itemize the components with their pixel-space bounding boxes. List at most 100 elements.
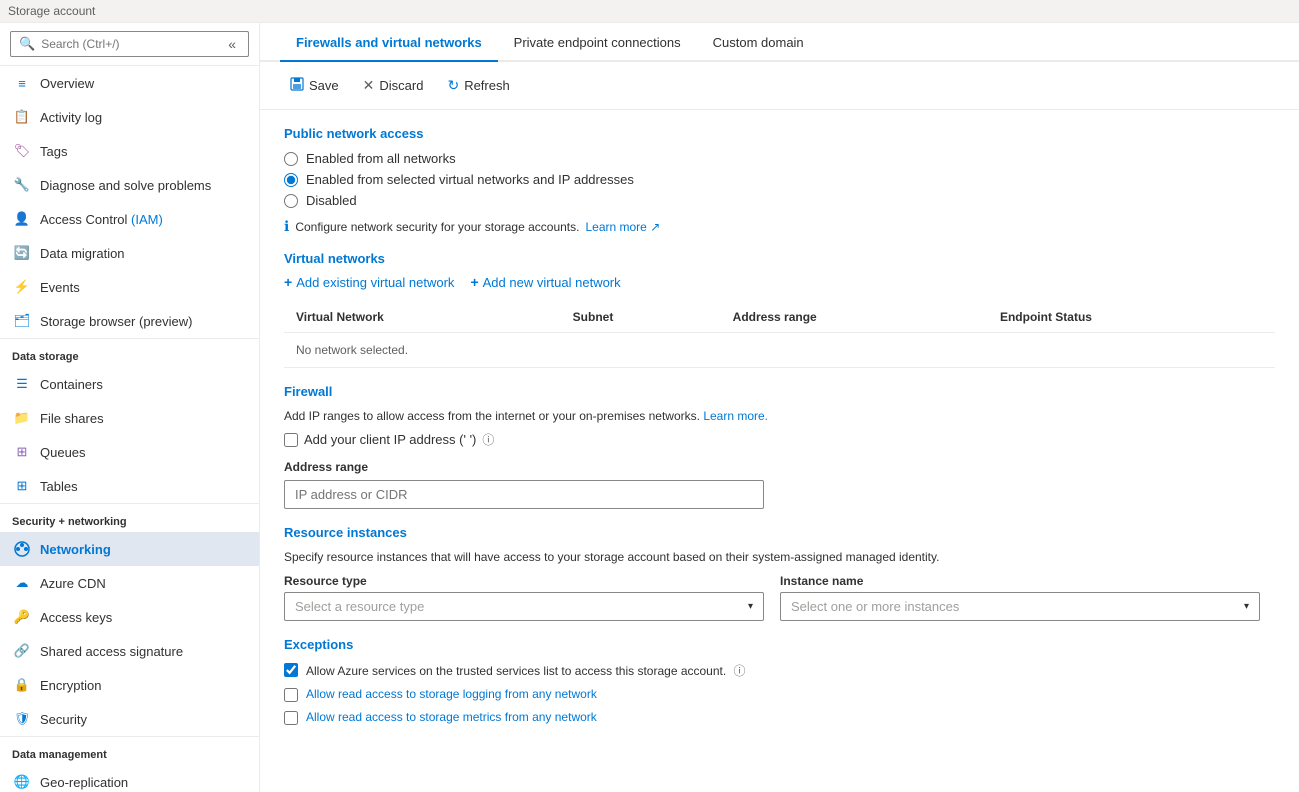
search-icon: 🔍	[19, 36, 35, 52]
sidebar-item-geo[interactable]: 🌐 Geo-replication	[0, 765, 259, 792]
sidebar-item-sas[interactable]: 🔗 Shared access signature	[0, 634, 259, 668]
radio-selected-networks[interactable]: Enabled from selected virtual networks a…	[284, 172, 1275, 187]
sidebar-item-label: Overview	[40, 76, 94, 91]
sidebar-item-security[interactable]: 🛡 Security	[0, 702, 259, 736]
tab-private[interactable]: Private endpoint connections	[498, 23, 697, 62]
sidebar-item-label: Storage browser (preview)	[40, 314, 192, 329]
address-range-input[interactable]	[284, 480, 764, 509]
add-links: + Add existing virtual network + Add new…	[284, 274, 1275, 290]
discard-label: Discard	[379, 78, 423, 93]
containers-icon: ☰	[12, 374, 32, 394]
vn-section-title: Virtual networks	[284, 251, 1275, 266]
learn-more-link[interactable]: Learn more ↗	[585, 220, 660, 234]
radio-disabled-label: Disabled	[306, 193, 357, 208]
sidebar-item-cdn[interactable]: ☁ Azure CDN	[0, 566, 259, 600]
radio-disabled-input[interactable]	[284, 194, 298, 208]
collapse-button[interactable]: «	[224, 36, 240, 52]
discard-button[interactable]: ✕ Discard	[353, 72, 434, 99]
exception-azure-services-checkbox[interactable]	[284, 663, 298, 677]
events-icon: ⚡	[12, 277, 32, 297]
toolbar: Save ✕ Discard ↻ Refresh	[260, 62, 1299, 110]
resource-type-col: Resource type Select a resource type ▾	[284, 574, 764, 621]
sidebar-item-containers[interactable]: ☰ Containers	[0, 367, 259, 401]
resource-type-label: Resource type	[284, 574, 764, 588]
security-icon: 🛡	[12, 709, 32, 729]
sidebar-item-label: File shares	[40, 411, 104, 426]
sidebar-item-iam[interactable]: 👤 Access Control (IAM)	[0, 202, 259, 236]
sidebar-item-label: Networking	[40, 542, 111, 557]
sidebar-item-label: Tags	[40, 144, 67, 159]
sidebar-item-storage-browser[interactable]: 🗂 Storage browser (preview)	[0, 304, 259, 338]
sidebar-item-label: Access keys	[40, 610, 112, 625]
exception-read-metrics: Allow read access to storage metrics fro…	[284, 710, 1275, 725]
exceptions-title: Exceptions	[284, 637, 1275, 652]
sidebar-item-label: Activity log	[40, 110, 102, 125]
firewall-title: Firewall	[284, 384, 1275, 399]
sidebar-item-access-keys[interactable]: 🔑 Access keys	[0, 600, 259, 634]
sidebar-item-label: Data migration	[40, 246, 125, 261]
sidebar-item-migration[interactable]: 🔄 Data migration	[0, 236, 259, 270]
sidebar-item-label: Tables	[40, 479, 78, 494]
sidebar-search-container: 🔍 «	[0, 23, 259, 66]
sidebar-item-overview[interactable]: ≡ Overview	[0, 66, 259, 100]
external-link-icon: ↗	[650, 220, 660, 234]
add-existing-label: Add existing virtual network	[296, 275, 454, 290]
exceptions-section: Exceptions Allow Azure services on the t…	[284, 637, 1275, 725]
sidebar-item-tables[interactable]: ⊞ Tables	[0, 469, 259, 503]
sidebar-item-activity-log[interactable]: 📋 Activity log	[0, 100, 259, 134]
tab-custom[interactable]: Custom domain	[697, 23, 820, 62]
sidebar-item-networking[interactable]: Networking	[0, 532, 259, 566]
sidebar-item-label: Azure CDN	[40, 576, 106, 591]
discard-icon: ✕	[363, 77, 375, 94]
refresh-button[interactable]: ↻ Refresh	[437, 72, 519, 99]
sidebar-item-encryption[interactable]: 🔒 Encryption	[0, 668, 259, 702]
sidebar-item-diagnose[interactable]: 🔧 Diagnose and solve problems	[0, 168, 259, 202]
resource-instances-description: Specify resource instances that will hav…	[284, 550, 1275, 564]
storage-browser-icon: 🗂	[12, 311, 32, 331]
networking-icon	[12, 539, 32, 559]
queues-icon: ⊞	[12, 442, 32, 462]
resource-type-select[interactable]: Select a resource type ▾	[284, 592, 764, 621]
refresh-icon: ↻	[447, 77, 459, 94]
radio-selected-networks-input[interactable]	[284, 173, 298, 187]
client-ip-checkbox[interactable]	[284, 433, 298, 447]
add-new-label: Add new virtual network	[483, 275, 621, 290]
save-button[interactable]: Save	[280, 72, 349, 99]
radio-all-networks-label: Enabled from all networks	[306, 151, 456, 166]
section-data-management: Data management	[0, 736, 259, 765]
virtual-networks-table: Virtual Network Subnet Address range End…	[284, 302, 1275, 368]
add-existing-vn-link[interactable]: + Add existing virtual network	[284, 274, 454, 290]
firewall-description: Add IP ranges to allow access from the i…	[284, 409, 1275, 423]
public-network-info: ℹ Configure network security for your st…	[284, 218, 1275, 235]
exception-read-metrics-checkbox[interactable]	[284, 711, 298, 725]
resource-instances-section: Resource instances Specify resource inst…	[284, 525, 1275, 621]
chevron-down-icon-2: ▾	[1244, 601, 1249, 612]
exception-read-metrics-link[interactable]: Allow read access to storage metrics fro…	[306, 710, 597, 724]
radio-disabled[interactable]: Disabled	[284, 193, 1275, 208]
instance-name-select[interactable]: Select one or more instances ▾	[780, 592, 1260, 621]
client-ip-info-icon: ⓘ	[482, 431, 494, 448]
sidebar-item-label: Security	[40, 712, 87, 727]
sidebar-item-label: Containers	[40, 377, 103, 392]
tab-firewalls[interactable]: Firewalls and virtual networks	[280, 23, 498, 62]
radio-all-networks[interactable]: Enabled from all networks	[284, 151, 1275, 166]
search-input[interactable]	[41, 37, 224, 51]
diagnose-icon: 🔧	[12, 175, 32, 195]
sidebar-item-tags[interactable]: 🏷 Tags	[0, 134, 259, 168]
sidebar-item-label: Diagnose and solve problems	[40, 178, 211, 193]
sidebar-item-label: Events	[40, 280, 80, 295]
radio-all-networks-input[interactable]	[284, 152, 298, 166]
sidebar-item-queues[interactable]: ⊞ Queues	[0, 435, 259, 469]
exception-read-logging-checkbox[interactable]	[284, 688, 298, 702]
exception-read-logging-link[interactable]: Allow read access to storage logging fro…	[306, 687, 597, 701]
plus-icon-existing: +	[284, 274, 292, 290]
geo-icon: 🌐	[12, 772, 32, 792]
virtual-networks-section: Virtual networks + Add existing virtual …	[284, 251, 1275, 368]
exception-info-icon: ⓘ	[734, 664, 746, 678]
empty-message: No network selected.	[284, 333, 1275, 368]
sidebar-item-fileshares[interactable]: 📁 File shares	[0, 401, 259, 435]
add-new-vn-link[interactable]: + Add new virtual network	[470, 274, 620, 290]
sidebar-item-events[interactable]: ⚡ Events	[0, 270, 259, 304]
firewall-learn-more-link[interactable]: Learn more.	[703, 409, 768, 423]
exceptions-list: Allow Azure services on the trusted serv…	[284, 662, 1275, 725]
